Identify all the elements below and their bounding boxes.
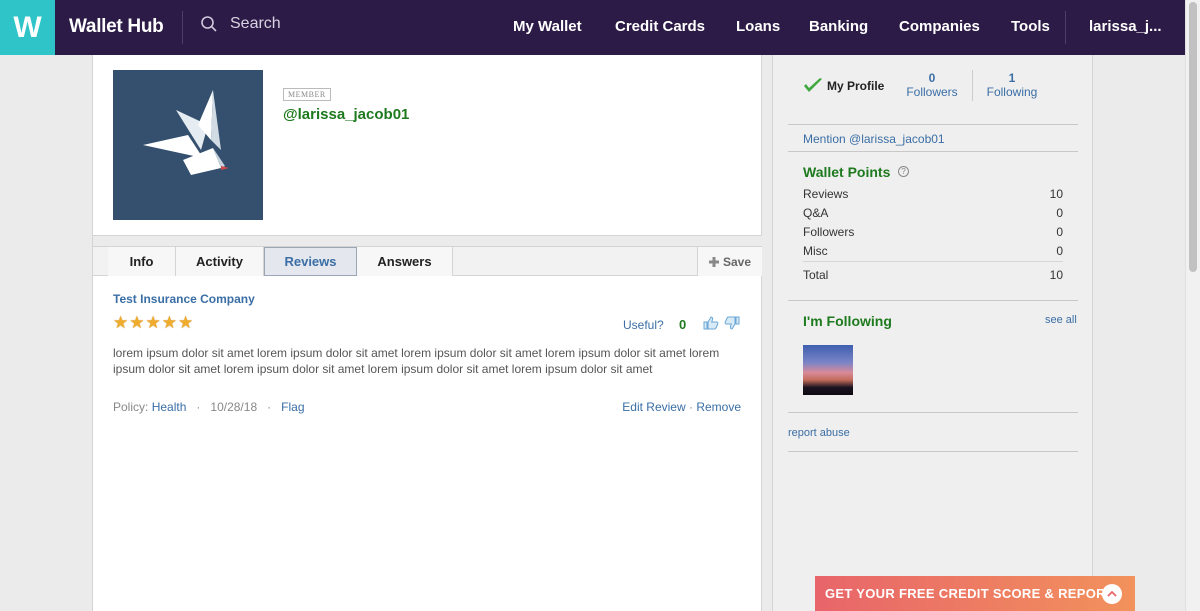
- user-menu[interactable]: larissa_j...: [1089, 18, 1162, 35]
- help-icon[interactable]: ?: [898, 166, 909, 177]
- followers-count: 0: [928, 71, 936, 85]
- following-stat[interactable]: 1 Following: [983, 71, 1041, 99]
- nav-tools[interactable]: Tools: [1011, 18, 1050, 35]
- bird-icon: [143, 90, 229, 175]
- page-scrollbar[interactable]: [1185, 0, 1200, 611]
- separator: ·: [196, 400, 201, 414]
- tab-answers[interactable]: Answers: [357, 247, 453, 276]
- my-profile-link[interactable]: My Profile: [803, 78, 884, 94]
- divider: [1065, 11, 1066, 44]
- points-value: 0: [1056, 206, 1063, 220]
- points-row: Q&A 0: [803, 206, 1063, 220]
- profile-username: @larissa_jacob01: [283, 106, 410, 123]
- points-value: 0: [1056, 225, 1063, 239]
- nav-credit-cards[interactable]: Credit Cards: [615, 18, 705, 35]
- points-row: Reviews 10: [803, 187, 1063, 201]
- points-label: Q&A: [803, 206, 829, 220]
- divider: [972, 70, 973, 101]
- star-icon: ★: [113, 313, 129, 332]
- review-meta: Policy: Health · 10/28/18 · Flag: [113, 400, 305, 414]
- separator: ·: [688, 400, 693, 414]
- plus-icon: [708, 256, 719, 267]
- thumbs-up-icon[interactable]: [703, 316, 719, 330]
- star-rating: ★ ★ ★ ★ ★: [113, 314, 193, 332]
- remove-review-link[interactable]: Remove: [696, 400, 741, 414]
- divider: [803, 261, 1063, 262]
- save-button[interactable]: Save: [697, 247, 762, 276]
- divider: [788, 451, 1078, 452]
- profile-card: MEMBER @larissa_jacob01: [93, 55, 762, 236]
- points-total-row: Total 10: [803, 268, 1063, 282]
- my-profile-label: My Profile: [827, 79, 885, 93]
- tab-info[interactable]: Info: [108, 247, 176, 276]
- edit-review-link[interactable]: Edit Review: [622, 400, 685, 414]
- points-value: 0: [1056, 244, 1063, 258]
- points-label: Misc: [803, 244, 828, 258]
- nav-banking[interactable]: Banking: [809, 18, 868, 35]
- divider: [788, 412, 1078, 413]
- policy-label: Policy:: [113, 400, 149, 414]
- vote-buttons: [703, 316, 740, 330]
- avatar: [113, 70, 263, 220]
- wallethub-logo[interactable]: W: [0, 0, 55, 55]
- profile-sidebar: My Profile 0 Followers 1 Following Menti…: [772, 55, 1093, 611]
- divider: [93, 236, 762, 246]
- followers-label: Followers: [906, 85, 958, 99]
- mention-link[interactable]: Mention @larissa_jacob01: [803, 132, 945, 146]
- total-label: Total: [803, 268, 829, 282]
- points-row: Misc 0: [803, 244, 1063, 258]
- review-text: lorem ipsum dolor sit amet lorem ipsum d…: [113, 346, 720, 376]
- divider: [788, 300, 1078, 301]
- brand-name[interactable]: Wallet Hub: [69, 16, 164, 38]
- wallet-points-title: Wallet Points: [803, 164, 891, 180]
- top-navbar: W Wallet Hub Search My Wallet Credit Car…: [0, 0, 1185, 55]
- review-actions: Edit Review · Remove: [622, 400, 741, 414]
- nav-my-wallet[interactable]: My Wallet: [513, 18, 582, 35]
- report-abuse-link[interactable]: report abuse: [788, 427, 850, 439]
- following-avatar[interactable]: [803, 345, 853, 395]
- star-icon: ★: [145, 313, 161, 332]
- policy-link[interactable]: Health: [152, 400, 187, 414]
- thumbs-down-icon[interactable]: [724, 316, 740, 330]
- see-all-link[interactable]: see all: [1045, 314, 1077, 326]
- nav-companies[interactable]: Companies: [899, 18, 980, 35]
- points-label: Reviews: [803, 187, 849, 201]
- points-label: Followers: [803, 225, 855, 239]
- divider: [788, 124, 1078, 125]
- profile-tabs: Info Activity Reviews Answers Save: [93, 246, 762, 276]
- cta-label: GET YOUR FREE CREDIT SCORE & REPORT: [825, 586, 1115, 601]
- save-label: Save: [722, 254, 752, 269]
- scrollbar-thumb[interactable]: [1189, 2, 1197, 272]
- points-row: Followers 0: [803, 225, 1063, 239]
- star-icon: ★: [178, 313, 194, 332]
- star-icon: ★: [161, 313, 177, 332]
- tab-activity[interactable]: Activity: [176, 247, 264, 276]
- main-panel: MEMBER @larissa_jacob01 Info Activity Re…: [92, 55, 762, 611]
- member-badge: MEMBER: [283, 88, 331, 101]
- flag-link[interactable]: Flag: [281, 400, 304, 414]
- chevron-up-icon[interactable]: [1102, 584, 1122, 604]
- followers-stat[interactable]: 0 Followers: [903, 71, 961, 99]
- review-company-link[interactable]: Test Insurance Company: [113, 292, 743, 306]
- checkmark-icon: [804, 78, 822, 92]
- total-value: 10: [1049, 268, 1063, 282]
- divider: [182, 11, 183, 44]
- points-value: 10: [1049, 187, 1063, 201]
- tab-reviews[interactable]: Reviews: [264, 247, 357, 276]
- free-credit-score-banner[interactable]: GET YOUR FREE CREDIT SCORE & REPORT: [815, 576, 1135, 611]
- star-icon: ★: [129, 313, 145, 332]
- review-date: 10/28/18: [210, 400, 258, 414]
- following-label: Following: [986, 85, 1038, 99]
- divider: [788, 151, 1078, 152]
- review-item: Test Insurance Company ★ ★ ★ ★ ★ Useful?…: [113, 292, 743, 414]
- following-title: I'm Following: [803, 313, 892, 329]
- nav-loans[interactable]: Loans: [736, 18, 780, 35]
- search-box[interactable]: Search: [200, 15, 281, 33]
- useful-label: Useful?: [623, 318, 664, 332]
- separator: ·: [267, 400, 272, 414]
- search-icon: [201, 16, 217, 32]
- useful-count: 0: [679, 317, 687, 332]
- search-placeholder[interactable]: Search: [230, 15, 281, 33]
- following-count: 1: [1008, 71, 1016, 85]
